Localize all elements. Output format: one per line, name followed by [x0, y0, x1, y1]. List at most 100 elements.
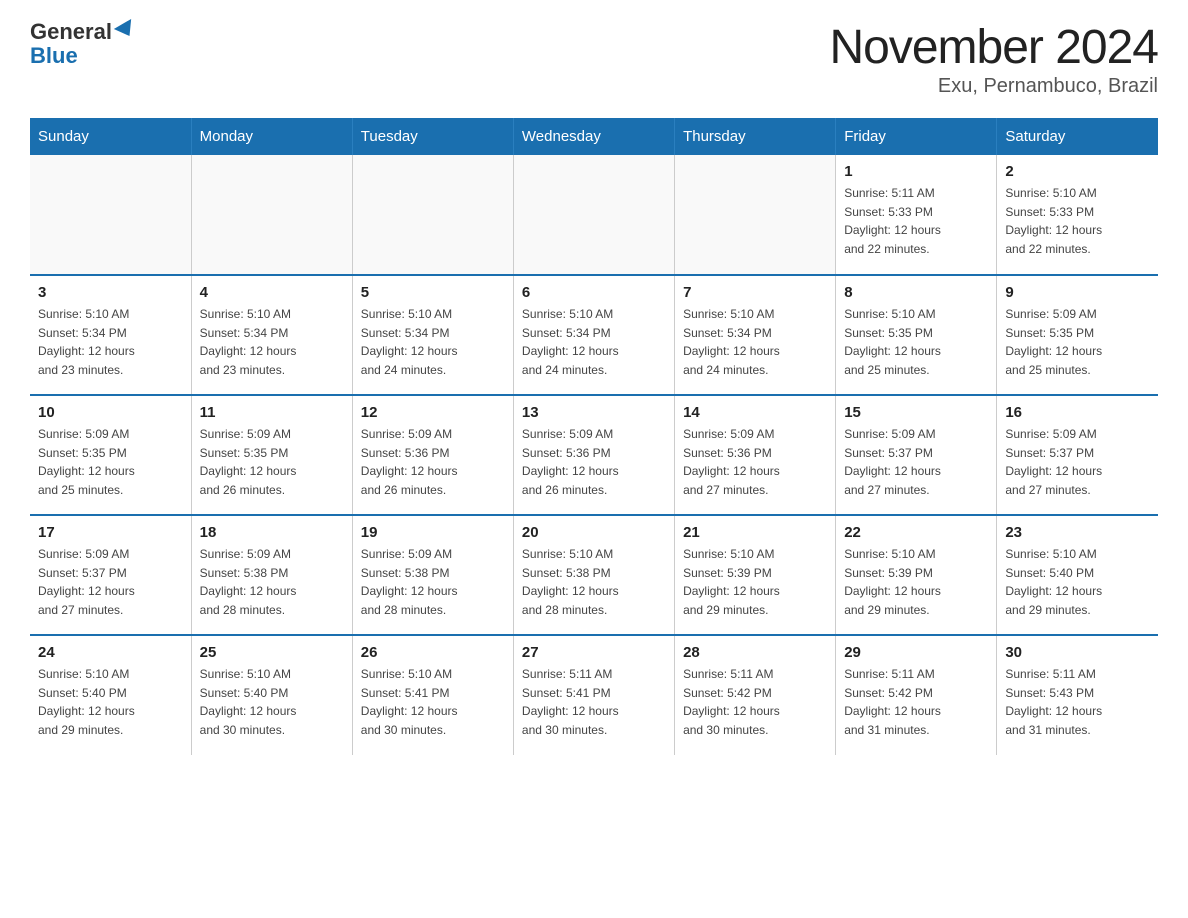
calendar-cell: 4Sunrise: 5:10 AMSunset: 5:34 PMDaylight… [191, 275, 352, 395]
calendar-cell: 15 Sunrise: 5:09 AMSunset: 5:37 PMDayligh… [836, 395, 997, 515]
calendar-cell: 6 Sunrise: 5:10 AMSunset: 5:34 PMDaylight… [513, 275, 674, 395]
day-number: 15 [844, 404, 988, 421]
day-info: Sunrise: 5:09 AMSunset: 5:37 PMDaylight:… [38, 545, 183, 619]
day-info: Sunrise: 5:11 AMSunset: 5:42 PMDaylight:… [844, 665, 988, 739]
day-info: Sunrise: 5:10 AMSunset: 5:33 PMDaylight:… [1005, 184, 1150, 258]
calendar-cell [675, 155, 836, 275]
day-number: 21 [683, 524, 827, 541]
calendar-cell: 7 Sunrise: 5:10 AMSunset: 5:34 PMDaylight… [675, 275, 836, 395]
day-number: 16 [1005, 404, 1150, 421]
day-number: 14 [683, 404, 827, 421]
calendar-cell: 23 Sunrise: 5:10 AMSunset: 5:40 PMDayligh… [997, 515, 1158, 635]
calendar-cell: 19 Sunrise: 5:09 AMSunset: 5:38 PMDayligh… [352, 515, 513, 635]
calendar-cell: 22Sunrise: 5:10 AMSunset: 5:39 PMDayligh… [836, 515, 997, 635]
calendar-cell: 17 Sunrise: 5:09 AMSunset: 5:37 PMDayligh… [30, 515, 191, 635]
day-info: Sunrise: 5:10 AMSunset: 5:34 PMDaylight:… [522, 305, 666, 379]
day-number: 22 [844, 524, 988, 541]
day-number: 27 [522, 644, 666, 661]
calendar-week-row: 17 Sunrise: 5:09 AMSunset: 5:37 PMDayligh… [30, 515, 1158, 635]
calendar-cell: 21 Sunrise: 5:10 AMSunset: 5:39 PMDayligh… [675, 515, 836, 635]
day-info: Sunrise: 5:10 AMSunset: 5:34 PMDaylight:… [683, 305, 827, 379]
day-info: Sunrise: 5:10 AMSunset: 5:34 PMDaylight:… [361, 305, 505, 379]
day-number: 13 [522, 404, 666, 421]
calendar-cell: 11 Sunrise: 5:09 AMSunset: 5:35 PMDayligh… [191, 395, 352, 515]
day-info: Sunrise: 5:09 AMSunset: 5:35 PMDaylight:… [200, 425, 344, 499]
calendar-cell: 2 Sunrise: 5:10 AMSunset: 5:33 PMDaylight… [997, 155, 1158, 275]
day-info: Sunrise: 5:10 AMSunset: 5:40 PMDaylight:… [1005, 545, 1150, 619]
day-number: 2 [1005, 163, 1150, 180]
day-number: 19 [361, 524, 505, 541]
day-number: 17 [38, 524, 183, 541]
day-info: Sunrise: 5:11 AMSunset: 5:43 PMDaylight:… [1005, 665, 1150, 739]
day-info: Sunrise: 5:09 AMSunset: 5:36 PMDaylight:… [361, 425, 505, 499]
day-number: 12 [361, 404, 505, 421]
calendar-week-row: 1Sunrise: 5:11 AMSunset: 5:33 PMDaylight… [30, 155, 1158, 275]
day-number: 6 [522, 284, 666, 301]
day-number: 25 [200, 644, 344, 661]
title-block: November 2024 Exu, Pernambuco, Brazil [829, 20, 1158, 98]
calendar-header-row: SundayMondayTuesdayWednesdayThursdayFrid… [30, 118, 1158, 155]
header-day-thursday: Thursday [675, 118, 836, 155]
calendar-week-row: 10 Sunrise: 5:09 AMSunset: 5:35 PMDayligh… [30, 395, 1158, 515]
day-number: 18 [200, 524, 344, 541]
logo-general-text: General [30, 19, 112, 44]
calendar-week-row: 24 Sunrise: 5:10 AMSunset: 5:40 PMDayligh… [30, 635, 1158, 755]
calendar-cell [352, 155, 513, 275]
calendar-cell: 28Sunrise: 5:11 AMSunset: 5:42 PMDayligh… [675, 635, 836, 755]
day-info: Sunrise: 5:11 AMSunset: 5:33 PMDaylight:… [844, 184, 988, 258]
day-info: Sunrise: 5:09 AMSunset: 5:37 PMDaylight:… [844, 425, 988, 499]
calendar-cell: 30 Sunrise: 5:11 AMSunset: 5:43 PMDayligh… [997, 635, 1158, 755]
logo-triangle-icon [114, 19, 138, 41]
day-info: Sunrise: 5:09 AMSunset: 5:38 PMDaylight:… [361, 545, 505, 619]
page-header: General Blue November 2024 Exu, Pernambu… [30, 20, 1158, 98]
day-info: Sunrise: 5:10 AMSunset: 5:39 PMDaylight:… [683, 545, 827, 619]
day-info: Sunrise: 5:11 AMSunset: 5:42 PMDaylight:… [683, 665, 827, 739]
calendar-cell [191, 155, 352, 275]
header-day-friday: Friday [836, 118, 997, 155]
calendar-cell: 12 Sunrise: 5:09 AMSunset: 5:36 PMDayligh… [352, 395, 513, 515]
header-day-sunday: Sunday [30, 118, 191, 155]
calendar-cell [30, 155, 191, 275]
day-number: 11 [200, 404, 344, 421]
day-info: Sunrise: 5:09 AMSunset: 5:36 PMDaylight:… [522, 425, 666, 499]
calendar-cell: 29 Sunrise: 5:11 AMSunset: 5:42 PMDayligh… [836, 635, 997, 755]
calendar-cell: 26 Sunrise: 5:10 AMSunset: 5:41 PMDayligh… [352, 635, 513, 755]
logo-blue-text: Blue [30, 43, 78, 68]
header-day-wednesday: Wednesday [513, 118, 674, 155]
day-info: Sunrise: 5:09 AMSunset: 5:37 PMDaylight:… [1005, 425, 1150, 499]
header-day-monday: Monday [191, 118, 352, 155]
day-info: Sunrise: 5:09 AMSunset: 5:38 PMDaylight:… [200, 545, 344, 619]
calendar-cell [513, 155, 674, 275]
calendar-cell: 14Sunrise: 5:09 AMSunset: 5:36 PMDayligh… [675, 395, 836, 515]
calendar-subtitle: Exu, Pernambuco, Brazil [829, 75, 1158, 98]
calendar-cell: 27Sunrise: 5:11 AMSunset: 5:41 PMDayligh… [513, 635, 674, 755]
day-number: 23 [1005, 524, 1150, 541]
calendar-week-row: 3Sunrise: 5:10 AMSunset: 5:34 PMDaylight… [30, 275, 1158, 395]
day-number: 26 [361, 644, 505, 661]
calendar-cell: 9Sunrise: 5:09 AMSunset: 5:35 PMDaylight… [997, 275, 1158, 395]
day-info: Sunrise: 5:09 AMSunset: 5:35 PMDaylight:… [1005, 305, 1150, 379]
day-info: Sunrise: 5:10 AMSunset: 5:40 PMDaylight:… [38, 665, 183, 739]
day-info: Sunrise: 5:10 AMSunset: 5:40 PMDaylight:… [200, 665, 344, 739]
day-number: 20 [522, 524, 666, 541]
calendar-cell: 25 Sunrise: 5:10 AMSunset: 5:40 PMDayligh… [191, 635, 352, 755]
calendar-cell: 24 Sunrise: 5:10 AMSunset: 5:40 PMDayligh… [30, 635, 191, 755]
day-number: 5 [361, 284, 505, 301]
day-number: 29 [844, 644, 988, 661]
day-info: Sunrise: 5:10 AMSunset: 5:41 PMDaylight:… [361, 665, 505, 739]
calendar-title: November 2024 [829, 20, 1158, 75]
calendar-table: SundayMondayTuesdayWednesdayThursdayFrid… [30, 118, 1158, 755]
day-number: 24 [38, 644, 183, 661]
calendar-cell: 10Sunrise: 5:09 AMSunset: 5:35 PMDayligh… [30, 395, 191, 515]
day-number: 30 [1005, 644, 1150, 661]
day-number: 10 [38, 404, 183, 421]
logo: General Blue [30, 20, 136, 68]
calendar-cell: 5 Sunrise: 5:10 AMSunset: 5:34 PMDaylight… [352, 275, 513, 395]
day-info: Sunrise: 5:10 AMSunset: 5:34 PMDaylight:… [38, 305, 183, 379]
calendar-cell: 3Sunrise: 5:10 AMSunset: 5:34 PMDaylight… [30, 275, 191, 395]
calendar-cell: 1Sunrise: 5:11 AMSunset: 5:33 PMDaylight… [836, 155, 997, 275]
day-info: Sunrise: 5:10 AMSunset: 5:34 PMDaylight:… [200, 305, 344, 379]
day-number: 8 [844, 284, 988, 301]
day-number: 7 [683, 284, 827, 301]
calendar-cell: 18 Sunrise: 5:09 AMSunset: 5:38 PMDayligh… [191, 515, 352, 635]
